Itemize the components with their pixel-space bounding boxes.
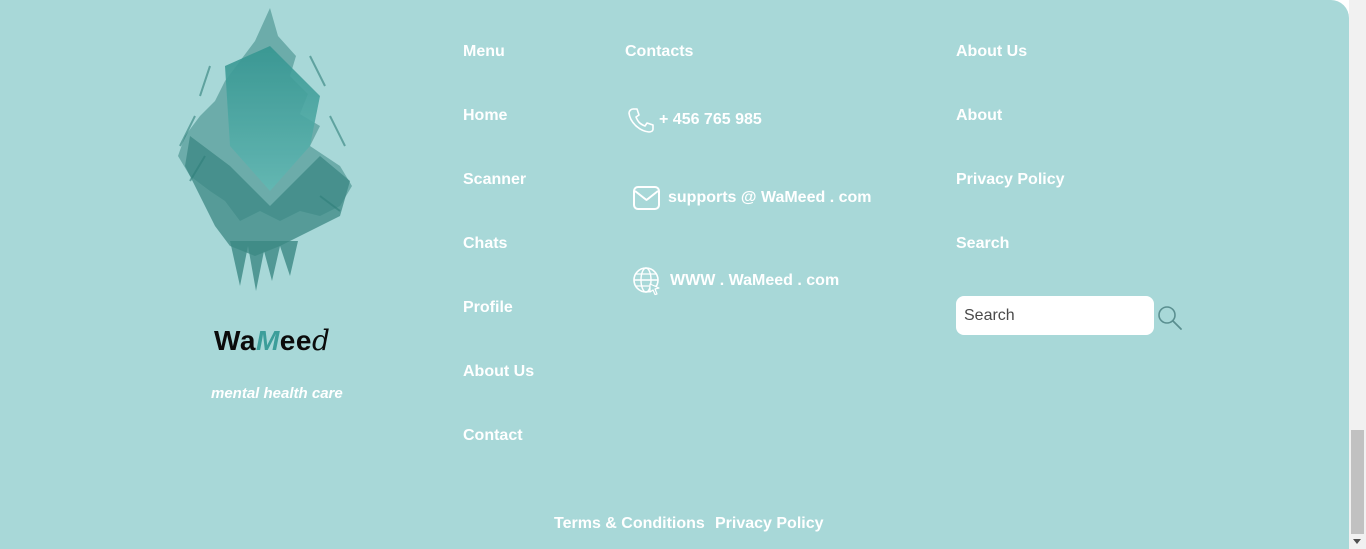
- menu-item-scanner[interactable]: Scanner: [463, 171, 526, 189]
- magnifier-icon[interactable]: [1157, 305, 1183, 331]
- scrollbar-thumb[interactable]: [1351, 430, 1364, 534]
- brand-name: WaMeed: [214, 324, 331, 357]
- contact-website[interactable]: WWW . WaMeed . com: [632, 266, 839, 296]
- contacts-heading: Contacts: [625, 43, 694, 60]
- scroll-down-arrow-icon[interactable]: [1353, 539, 1361, 544]
- wameed-logo-icon: [178, 8, 352, 291]
- contact-email-text: supports @ WaMeed . com: [668, 189, 872, 206]
- contact-phone[interactable]: + 456 765 985: [627, 106, 762, 134]
- contact-website-text: WWW . WaMeed . com: [670, 272, 840, 289]
- menu-item-profile[interactable]: Profile: [463, 299, 513, 317]
- brand-tagline: mental health care: [211, 385, 343, 402]
- site-footer: WaMeed mental health care Menu Home Scan…: [0, 0, 1349, 549]
- menu-item-about-us[interactable]: About Us: [463, 363, 534, 381]
- about-item-search[interactable]: Search: [956, 235, 1009, 253]
- about-item-about[interactable]: About: [956, 107, 1002, 125]
- terms-conditions-link[interactable]: Terms & Conditions: [554, 515, 705, 533]
- envelope-icon: [633, 186, 660, 210]
- menu-item-home[interactable]: Home: [463, 107, 507, 125]
- contact-email[interactable]: supports @ WaMeed . com: [632, 184, 871, 212]
- globe-icon: [633, 267, 660, 296]
- menu-item-contact[interactable]: Contact: [463, 427, 523, 445]
- menu-item-chats[interactable]: Chats: [463, 235, 507, 253]
- about-heading: About Us: [956, 43, 1028, 60]
- bottom-privacy-policy-link[interactable]: Privacy Policy: [715, 515, 824, 533]
- page-scrollbar[interactable]: [1349, 0, 1366, 549]
- contact-phone-text: + 456 765 985: [659, 111, 762, 128]
- menu-heading: Menu: [463, 43, 505, 60]
- search-input[interactable]: [956, 296, 1154, 335]
- about-item-privacy-policy[interactable]: Privacy Policy: [956, 171, 1065, 189]
- phone-icon: [628, 108, 654, 133]
